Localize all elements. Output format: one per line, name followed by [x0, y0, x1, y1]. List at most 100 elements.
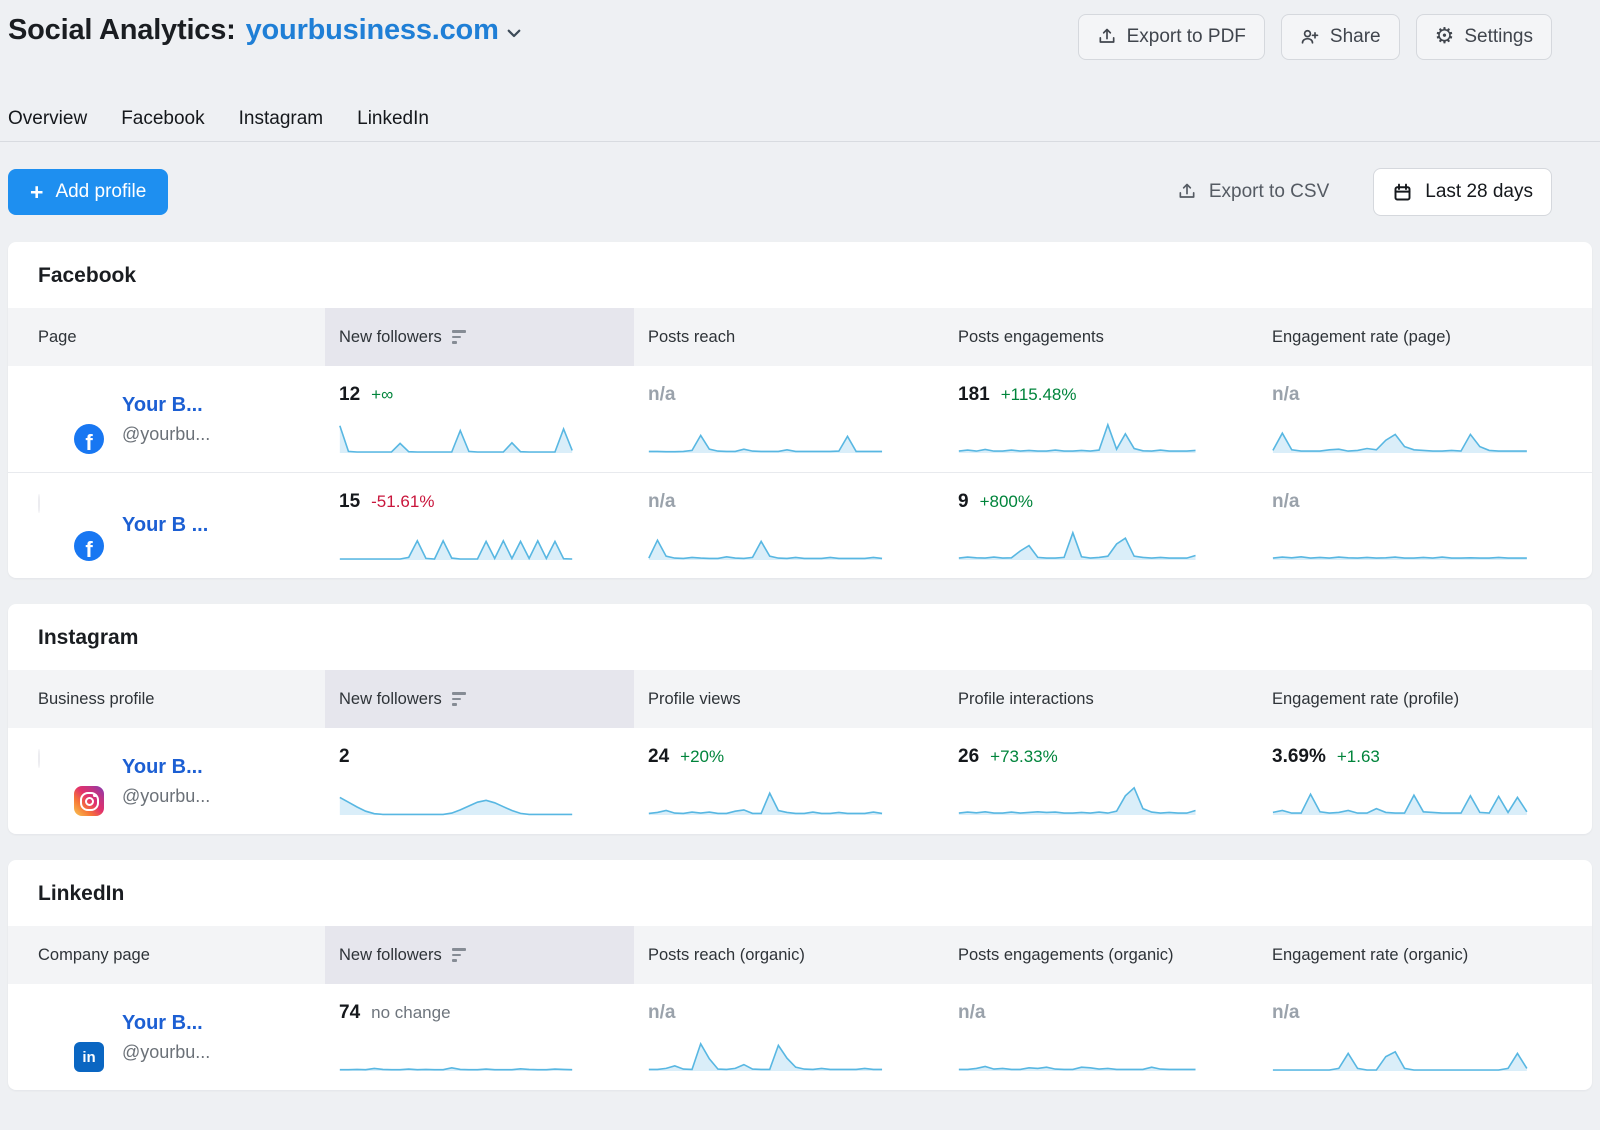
profile-text: Your B ...	[122, 514, 208, 537]
column-header-label: Page	[38, 328, 77, 347]
instagram-glyph-dot	[93, 794, 97, 798]
metric-value: 181	[958, 384, 990, 406]
metric-value-line: 26+73.33%	[958, 746, 1232, 772]
profile-cell: f Your B ...	[8, 473, 325, 578]
export-csv-label: Export to CSV	[1209, 181, 1329, 203]
trend-sparkline	[339, 524, 573, 562]
trend-sparkline	[1272, 417, 1528, 455]
column-header-profile-interactions[interactable]: Profile interactions	[944, 670, 1258, 728]
metric-cell: 3.69%+1.63	[1258, 728, 1592, 834]
table-header-row: Business profile New followers Profile vie…	[8, 670, 1592, 728]
metric-cell: n/a	[1258, 473, 1592, 578]
column-header-engagement-rate-profile[interactable]: Engagement rate (profile)	[1258, 670, 1592, 728]
trend-sparkline	[1272, 524, 1528, 562]
metric-change: +115.48%	[1001, 385, 1077, 405]
column-header-label: Engagement rate (organic)	[1272, 946, 1468, 965]
calendar-icon	[1392, 182, 1413, 203]
export-pdf-button[interactable]: Export to PDF	[1078, 14, 1265, 60]
project-selector[interactable]: yourbusiness.com	[246, 14, 523, 47]
export-pdf-label: Export to PDF	[1127, 26, 1246, 48]
column-header-label: New followers	[339, 690, 442, 709]
column-header-new-followers[interactable]: New followers	[325, 926, 634, 984]
table-header-row: Company pageNew followers Posts reach (or…	[8, 926, 1592, 984]
trend-sparkline	[1272, 1035, 1528, 1073]
card-title-linkedin: LinkedIn	[8, 860, 1592, 926]
tab-bar: Overview Facebook Instagram LinkedIn	[0, 96, 1600, 142]
profile-handle: @yourbu...	[122, 1042, 210, 1063]
profile-name-link[interactable]: Your B...	[122, 394, 210, 417]
column-header-posts-reach[interactable]: Posts reach	[634, 308, 944, 366]
metric-value: 9	[958, 491, 969, 513]
tab-instagram[interactable]: Instagram	[239, 108, 323, 130]
date-range-button[interactable]: Last 28 days	[1373, 168, 1552, 216]
metric-value-line: 74no change	[339, 1002, 608, 1028]
trend-sparkline	[339, 417, 573, 455]
profile-cell: f Your B... @yourbu...	[8, 366, 325, 472]
column-header-engagement-rate-page[interactable]: Engagement rate (page)	[1258, 308, 1592, 366]
facebook-badge-icon: f	[74, 531, 104, 561]
instagram-glyph-lens	[85, 797, 94, 806]
column-header-label: Posts reach (organic)	[648, 946, 805, 965]
profile-name-link[interactable]: Your B...	[122, 756, 210, 779]
metric-value-line: 2	[339, 746, 608, 772]
metric-value-line: n/a	[1272, 491, 1566, 517]
profile-name-link[interactable]: Your B...	[122, 1012, 210, 1035]
upload-icon	[1097, 27, 1117, 47]
share-button[interactable]: Share	[1281, 14, 1400, 60]
sort-descending-icon	[452, 330, 466, 344]
trend-sparkline	[648, 779, 883, 817]
profile-cell: Your B...@yourbu...	[8, 728, 325, 834]
profile-cell: inYour B...@yourbu...	[8, 984, 325, 1090]
trend-sparkline	[958, 1035, 1196, 1073]
column-header-business-profile[interactable]: Business profile	[8, 670, 325, 728]
metric-cell: n/a	[634, 366, 944, 472]
trend-sparkline	[648, 417, 883, 455]
column-header-new-followers[interactable]: New followers	[325, 308, 634, 366]
page-title-text: Social Analytics:	[8, 14, 236, 47]
tab-linkedin[interactable]: LinkedIn	[357, 108, 429, 130]
tab-overview[interactable]: Overview	[8, 108, 87, 130]
avatar-image	[38, 749, 40, 768]
table-row: Your B...@yourbu... 2 24+20% 26+73.33% 3.69%…	[8, 728, 1592, 834]
column-header-label: Posts engagements (organic)	[958, 946, 1174, 965]
metric-value: n/a	[1272, 384, 1299, 406]
page-title: Social Analytics: yourbusiness.com	[8, 14, 523, 47]
avatar-image	[38, 494, 40, 513]
profile-handle: @yourbu...	[122, 424, 210, 445]
gear-icon: ⚙︎	[1435, 26, 1455, 48]
profile-text: Your B... @yourbu...	[122, 1012, 210, 1063]
upload-icon	[1177, 182, 1197, 202]
settings-button[interactable]: ⚙︎ Settings	[1416, 14, 1552, 60]
metric-value-line: 181 +115.48%	[958, 384, 1232, 410]
column-header-profile-views[interactable]: Profile views	[634, 670, 944, 728]
column-header-label: Engagement rate (profile)	[1272, 690, 1459, 709]
table-row: fYour B...@yourbu...12+∞n/a181+115.48%n/…	[8, 366, 1592, 472]
export-csv-button[interactable]: Export to CSV	[1177, 181, 1329, 203]
project-domain: yourbusiness.com	[246, 14, 499, 47]
column-header-company-page[interactable]: Company page	[8, 926, 325, 984]
metric-cell: n/a	[634, 984, 944, 1090]
trend-sparkline	[1272, 779, 1528, 817]
metric-cell: n/a	[1258, 984, 1592, 1090]
sort-descending-icon	[452, 692, 466, 706]
metric-value-line: 24+20%	[648, 746, 918, 772]
column-header-new-followers[interactable]: New followers	[325, 670, 634, 728]
add-profile-button[interactable]: + Add profile	[8, 169, 168, 215]
column-header-label: Business profile	[38, 690, 154, 709]
column-header-posts-engagements-organic[interactable]: Posts engagements (organic)	[944, 926, 1258, 984]
metric-value: 3.69%	[1272, 746, 1326, 768]
column-header-posts-reach-organic[interactable]: Posts reach (organic)	[634, 926, 944, 984]
metric-cell: 74no change	[325, 984, 634, 1090]
column-header-page[interactable]: Page	[8, 308, 325, 366]
toolbar-right: Export to CSV Last 28 days	[1177, 168, 1552, 216]
metric-value: 24	[648, 746, 669, 768]
metric-cell: 2	[325, 728, 634, 834]
tab-facebook[interactable]: Facebook	[121, 108, 204, 130]
profile-name-link[interactable]: Your B ...	[122, 514, 208, 537]
avatar: f	[38, 388, 100, 450]
trend-sparkline	[958, 779, 1196, 817]
toolbar: + Add profile Export to CSV Last 28 days	[0, 142, 1600, 242]
date-range-label: Last 28 days	[1425, 181, 1533, 203]
column-header-posts-engagements[interactable]: Posts engagements	[944, 308, 1258, 366]
column-header-engagement-rate-organic[interactable]: Engagement rate (organic)	[1258, 926, 1592, 984]
